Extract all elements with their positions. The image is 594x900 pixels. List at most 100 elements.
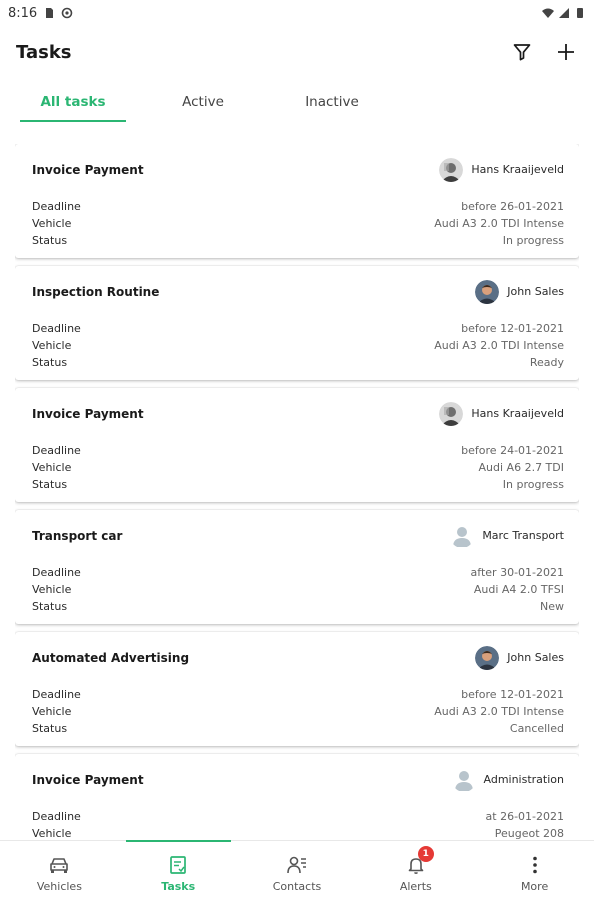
task-card[interactable]: Automated Advertising John Sales Deadlin… xyxy=(15,632,579,746)
assignee: John Sales xyxy=(475,279,564,304)
assignee: Marc Transport xyxy=(450,524,564,548)
vehicle-row: Vehicle Audi A3 2.0 TDI Intense xyxy=(32,337,564,354)
deadline-row: Deadline before 24-01-2021 xyxy=(32,442,564,459)
deadline-row: Deadline after 30-01-2021 xyxy=(32,564,564,581)
alerts-badge: 1 xyxy=(417,846,434,862)
task-card[interactable]: Invoice Payment Administration Deadline a… xyxy=(15,754,579,840)
app-actions xyxy=(510,40,578,64)
assignee-name: Hans Kraaijeveld xyxy=(471,163,564,176)
row-value: Audi A3 2.0 TDI Intense xyxy=(434,217,564,230)
task-card[interactable]: Invoice Payment Hans Kraaijeveld Deadlin… xyxy=(15,144,579,258)
status-right xyxy=(542,7,586,19)
vehicle-row: Vehicle Audi A3 2.0 TDI Intense xyxy=(32,703,564,720)
tab-active[interactable]: Active xyxy=(126,84,280,120)
row-label: Vehicle xyxy=(32,583,72,596)
status-bar: 8:16 xyxy=(0,0,594,26)
task-card[interactable]: Transport car Marc Transport Deadline aft… xyxy=(15,510,579,624)
row-label: Vehicle xyxy=(32,705,72,718)
row-label: Vehicle xyxy=(32,339,72,352)
row-label: Deadline xyxy=(32,200,81,213)
task-tabs: All tasks Active Inactive xyxy=(20,84,576,122)
plus-icon xyxy=(558,44,574,60)
deadline-row: Deadline before 12-01-2021 xyxy=(32,320,564,337)
row-label: Deadline xyxy=(32,810,81,823)
task-title: Automated Advertising xyxy=(32,650,190,665)
nav-contacts[interactable]: Contacts xyxy=(238,841,357,900)
status-row: Status In progress xyxy=(32,232,564,249)
wifi-icon xyxy=(542,8,554,18)
add-task-button[interactable] xyxy=(554,40,578,64)
row-label: Deadline xyxy=(32,322,81,335)
nav-tasks[interactable]: Tasks xyxy=(119,840,238,900)
row-value: Audi A4 2.0 TFSI xyxy=(473,583,564,596)
tab-all-tasks[interactable]: All tasks xyxy=(20,84,126,122)
nav-alerts[interactable]: 1 Alerts xyxy=(356,841,475,900)
bottom-navigation: Vehicles Tasks Contacts 1 Alerts More xyxy=(0,840,594,900)
task-list[interactable]: Invoice Payment Hans Kraaijeveld Deadlin… xyxy=(15,144,579,840)
deadline-row: Deadline before 12-01-2021 xyxy=(32,686,564,703)
row-value: Audi A3 2.0 TDI Intense xyxy=(434,339,564,352)
nav-vehicles[interactable]: Vehicles xyxy=(0,841,119,900)
row-label: Deadline xyxy=(32,444,81,457)
task-title: Inspection Routine xyxy=(32,284,160,299)
app-bar: Tasks xyxy=(0,26,594,78)
row-label: Vehicle xyxy=(32,827,72,840)
row-value: In progress xyxy=(502,234,564,247)
assignee: John Sales xyxy=(475,645,564,670)
status-time: 8:16 xyxy=(8,5,38,21)
battery-icon xyxy=(577,8,583,18)
nav-more[interactable]: More xyxy=(475,841,594,900)
nav-label: Alerts xyxy=(399,880,432,893)
avatar xyxy=(439,157,464,182)
task-title: Invoice Payment xyxy=(32,406,144,421)
assignee: Hans Kraaijeveld xyxy=(439,157,564,182)
row-label: Status xyxy=(32,478,68,491)
status-row: Status Ready xyxy=(32,354,564,371)
filter-button[interactable] xyxy=(510,40,534,64)
task-card[interactable]: Inspection Routine John Sales Deadline be… xyxy=(15,266,579,380)
nav-label: Tasks xyxy=(161,880,196,893)
row-value: Audi A6 2.7 TDI xyxy=(478,461,564,474)
row-value: In progress xyxy=(502,478,564,491)
vehicle-row: Vehicle Audi A4 2.0 TFSI xyxy=(32,581,564,598)
avatar xyxy=(439,401,464,426)
nav-label: Vehicles xyxy=(36,880,82,893)
row-value: before 26-01-2021 xyxy=(461,200,564,213)
task-card[interactable]: Invoice Payment Hans Kraaijeveld Deadlin… xyxy=(15,388,579,502)
task-title: Invoice Payment xyxy=(32,162,144,177)
assignee-name: Hans Kraaijeveld xyxy=(471,407,564,420)
row-value: after 30-01-2021 xyxy=(470,566,564,579)
row-value: New xyxy=(540,600,564,613)
row-value: Audi A3 2.0 TDI Intense xyxy=(434,705,564,718)
row-value: Peugeot 208 xyxy=(494,827,564,840)
row-label: Status xyxy=(32,722,68,735)
row-value: at 26-01-2021 xyxy=(485,810,564,823)
row-label: Deadline xyxy=(32,566,81,579)
cell-signal-icon xyxy=(559,8,569,18)
filter-icon xyxy=(513,44,531,61)
status-left: 8:16 xyxy=(8,6,73,21)
vehicle-row: Vehicle Audi A6 2.7 TDI xyxy=(32,459,564,476)
row-value: Cancelled xyxy=(509,722,564,735)
avatar-placeholder-icon xyxy=(452,768,476,792)
page-title: Tasks xyxy=(16,41,72,63)
nav-label: Contacts xyxy=(272,880,322,893)
task-title: Transport car xyxy=(32,528,123,543)
avatar xyxy=(475,645,500,670)
row-value: before 24-01-2021 xyxy=(461,444,564,457)
assignee-name: Marc Transport xyxy=(482,529,564,542)
row-label: Vehicle xyxy=(32,461,72,474)
row-value: before 12-01-2021 xyxy=(461,322,564,335)
nav-label: More xyxy=(520,880,549,893)
status-row: Status Cancelled xyxy=(32,720,564,737)
sim-card-icon xyxy=(46,8,54,18)
task-title: Invoice Payment xyxy=(32,772,144,787)
contacts-icon xyxy=(287,856,306,874)
more-vertical-icon xyxy=(532,856,537,874)
row-label: Vehicle xyxy=(32,217,72,230)
row-label: Status xyxy=(32,600,68,613)
assignee: Hans Kraaijeveld xyxy=(439,401,564,426)
assignee-name: John Sales xyxy=(507,285,564,298)
tab-inactive[interactable]: Inactive xyxy=(280,84,384,120)
status-row: Status New xyxy=(32,598,564,615)
